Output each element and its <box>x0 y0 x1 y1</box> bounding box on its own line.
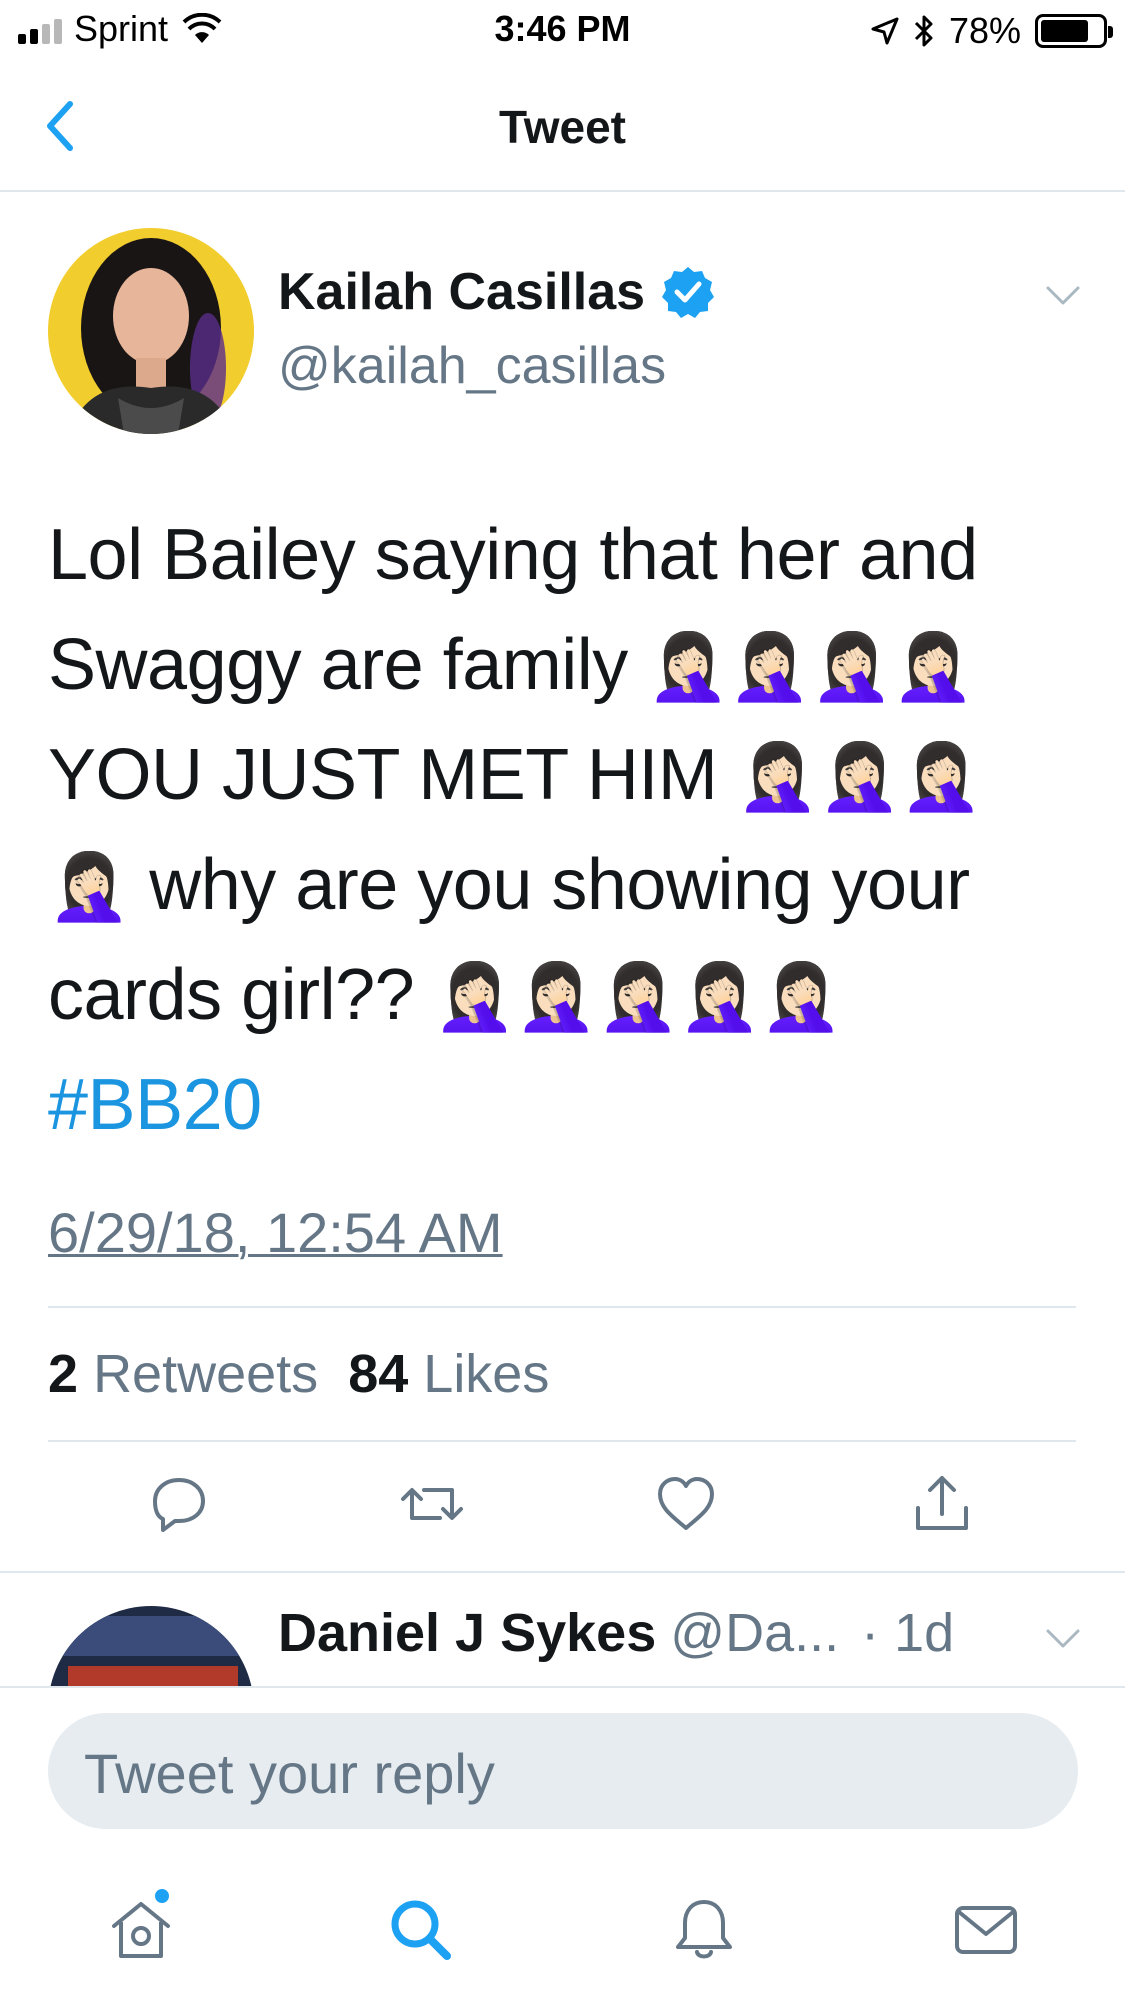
reply-author-name[interactable]: Daniel J Sykes <box>278 1602 656 1664</box>
reply-header[interactable]: Daniel J Sykes @Da... · 1d <box>278 1602 954 1664</box>
divider <box>48 1306 1076 1308</box>
location-icon <box>871 17 899 45</box>
facepalm-emoji-icon: 🤦🏻‍♀️🤦🏻‍♀️🤦🏻‍♀️ <box>736 738 983 815</box>
likes-stat[interactable]: 84 Likes <box>348 1344 549 1404</box>
facepalm-emoji-icon: 🤦🏻‍♀️🤦🏻‍♀️🤦🏻‍♀️🤦🏻‍♀️ <box>647 628 974 705</box>
tweet-line: cards girl?? 🤦🏻‍♀️🤦🏻‍♀️🤦🏻‍♀️🤦🏻‍♀️🤦🏻‍♀️ <box>48 955 843 1035</box>
page-title: Tweet <box>499 101 626 153</box>
divider <box>48 1440 1076 1442</box>
avatar[interactable] <box>48 228 254 434</box>
notification-dot <box>152 1886 172 1906</box>
author-name[interactable]: Kailah Casillas <box>278 262 645 322</box>
tab-bar <box>0 1836 1125 2001</box>
retweets-stat[interactable]: 2 Retweets <box>48 1344 318 1404</box>
facepalm-emoji-icon: 🤦🏻‍♀️🤦🏻‍♀️🤦🏻‍♀️🤦🏻‍♀️🤦🏻‍♀️ <box>433 958 843 1035</box>
tweet-line: #BB20 <box>48 1050 1088 1160</box>
nav-bar: Tweet <box>0 62 1125 192</box>
reply-icon[interactable] <box>145 1470 213 1538</box>
tweet-text: Lol Bailey saying that her and Swaggy ar… <box>48 500 1088 1160</box>
search-icon[interactable] <box>385 1894 455 1964</box>
reply-author-handle[interactable]: @Da... <box>670 1602 839 1664</box>
tweet-timestamp[interactable]: 6/29/18, 12:54 AM <box>48 1200 503 1265</box>
verified-badge-icon <box>662 267 715 318</box>
compose-bar: Tweet your reply <box>0 1686 1125 1836</box>
status-bar: Sprint 3:46 PM 78% <box>0 0 1125 62</box>
battery-icon <box>1035 14 1113 48</box>
reply-time: · 1d <box>861 1603 955 1663</box>
facepalm-emoji-icon: 🤦🏻‍♀️ <box>48 848 130 925</box>
reply-input[interactable]: Tweet your reply <box>48 1713 1078 1829</box>
notifications-icon[interactable] <box>669 1894 739 1964</box>
tweet-stats: 2 Retweets 84 Likes <box>48 1343 549 1405</box>
tweet-line: Swaggy are family 🤦🏻‍♀️🤦🏻‍♀️🤦🏻‍♀️🤦🏻‍♀️ <box>48 625 974 705</box>
retweet-icon[interactable] <box>398 1470 466 1538</box>
tweet-line: YOU JUST MET HIM 🤦🏻‍♀️🤦🏻‍♀️🤦🏻‍♀️ <box>48 735 983 815</box>
bluetooth-icon <box>914 15 933 47</box>
tweet-line: 🤦🏻‍♀️ why are you showing your <box>48 845 970 925</box>
divider <box>0 1571 1125 1573</box>
messages-icon[interactable] <box>951 1894 1021 1964</box>
author-handle[interactable]: @kailah_casillas <box>278 336 666 396</box>
share-icon[interactable] <box>908 1470 976 1538</box>
reply-placeholder: Tweet your reply <box>84 1742 495 1805</box>
battery-percent: 78% <box>948 10 1021 51</box>
hashtag-link[interactable]: #BB20 <box>48 1065 262 1145</box>
chevron-down-icon[interactable] <box>1045 285 1081 307</box>
tweet-line: Lol Bailey saying that her and <box>48 515 978 595</box>
like-icon[interactable] <box>652 1470 720 1538</box>
chevron-down-icon[interactable] <box>1045 1628 1081 1650</box>
